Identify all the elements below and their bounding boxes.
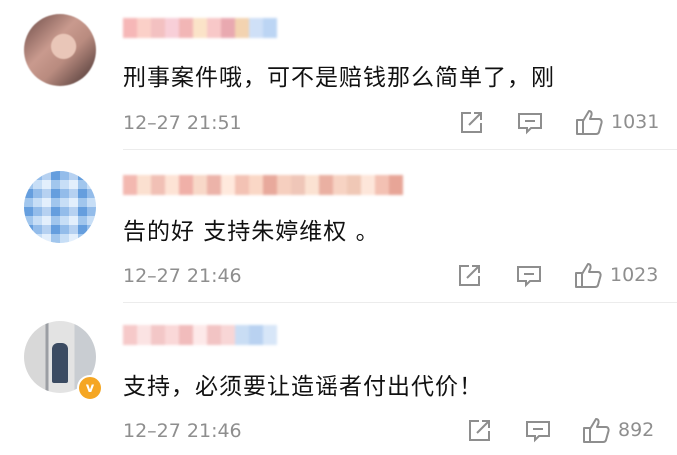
like-count: 892 (618, 419, 655, 441)
name-mosaic-block (249, 18, 263, 38)
name-mosaic-block (291, 175, 305, 195)
name-mosaic-block (193, 325, 207, 345)
like-count: 1023 (610, 264, 659, 286)
username-blurred[interactable] (123, 175, 403, 197)
name-mosaic-block (137, 18, 151, 38)
name-mosaic-block (179, 325, 193, 345)
comment-icon (518, 113, 542, 135)
name-mosaic-block (277, 175, 291, 195)
name-mosaic-block (263, 175, 277, 195)
comment-text: 告的好 支持朱婷维权 。 (123, 219, 380, 245)
like-button[interactable]: 1031 (575, 108, 659, 136)
name-mosaic-block (179, 18, 193, 38)
name-mosaic-block (333, 175, 347, 195)
name-mosaic-block (305, 175, 319, 195)
share-button[interactable] (456, 263, 482, 289)
avatar[interactable] (24, 171, 96, 243)
name-mosaic-block (361, 175, 375, 195)
name-mosaic-block (165, 325, 179, 345)
name-mosaic-block (193, 18, 207, 38)
name-mosaic-block (221, 175, 235, 195)
share-button[interactable] (466, 418, 492, 444)
name-mosaic-block (347, 175, 361, 195)
comment-text: 支持，必须要让造谣者付出代价！ (123, 374, 483, 400)
name-mosaic-block (221, 18, 235, 38)
name-mosaic-block (235, 175, 249, 195)
share-button[interactable] (458, 110, 484, 136)
username-blurred[interactable] (123, 325, 277, 347)
name-mosaic-block (151, 18, 165, 38)
divider (123, 149, 677, 150)
thumbs-up-icon (576, 110, 603, 135)
comment-item: 刑事案件哦，可不是赔钱那么简单了，刚 12–27 21:51 1031 (0, 0, 677, 150)
name-mosaic-block (151, 325, 165, 345)
name-mosaic-block (137, 325, 151, 345)
share-icon (461, 112, 482, 133)
thumbs-up-icon (583, 418, 610, 443)
name-mosaic-block (123, 18, 137, 38)
name-mosaic-block (221, 325, 235, 345)
comment-time: 12–27 21:51 (123, 112, 242, 134)
name-mosaic-block (249, 325, 263, 345)
username-blurred[interactable] (123, 18, 277, 40)
name-mosaic-block (235, 18, 249, 38)
like-count: 1031 (611, 111, 660, 133)
name-mosaic-block (207, 175, 221, 195)
name-mosaic-block (179, 175, 193, 195)
comment-time: 12–27 21:46 (123, 265, 242, 287)
thumbs-up-icon (575, 263, 602, 288)
share-icon (459, 265, 480, 286)
like-button[interactable]: 892 (582, 416, 654, 444)
name-mosaic-block (235, 325, 249, 345)
name-mosaic-block (123, 325, 137, 345)
comment-icon (517, 266, 541, 288)
name-mosaic-block (263, 325, 277, 345)
name-mosaic-block (263, 18, 277, 38)
name-mosaic-block (165, 175, 179, 195)
comment-button[interactable] (524, 418, 552, 444)
name-mosaic-block (207, 18, 221, 38)
comment-item: 告的好 支持朱婷维权 。 12–27 21:46 1023 (0, 155, 677, 305)
verified-badge: v (77, 375, 103, 401)
comment-button[interactable] (516, 110, 544, 136)
name-mosaic-block (249, 175, 263, 195)
like-button[interactable]: 1023 (574, 261, 658, 289)
avatar[interactable] (24, 14, 96, 86)
comment-time: 12–27 21:46 (123, 420, 242, 442)
name-mosaic-block (165, 18, 179, 38)
comment-icon (526, 421, 550, 443)
name-mosaic-block (375, 175, 389, 195)
name-mosaic-block (151, 175, 165, 195)
name-mosaic-block (207, 325, 221, 345)
name-mosaic-block (319, 175, 333, 195)
share-icon (469, 420, 490, 441)
name-mosaic-block (193, 175, 207, 195)
comment-text: 刑事案件哦，可不是赔钱那么简单了，刚 (123, 65, 555, 91)
divider (123, 302, 677, 303)
comment-button[interactable] (515, 263, 543, 289)
name-mosaic-block (389, 175, 403, 195)
comment-item: v 支持，必须要让造谣者付出代价！ 12–27 21:46 892 (0, 305, 677, 455)
name-mosaic-block (123, 175, 137, 195)
name-mosaic-block (137, 175, 151, 195)
